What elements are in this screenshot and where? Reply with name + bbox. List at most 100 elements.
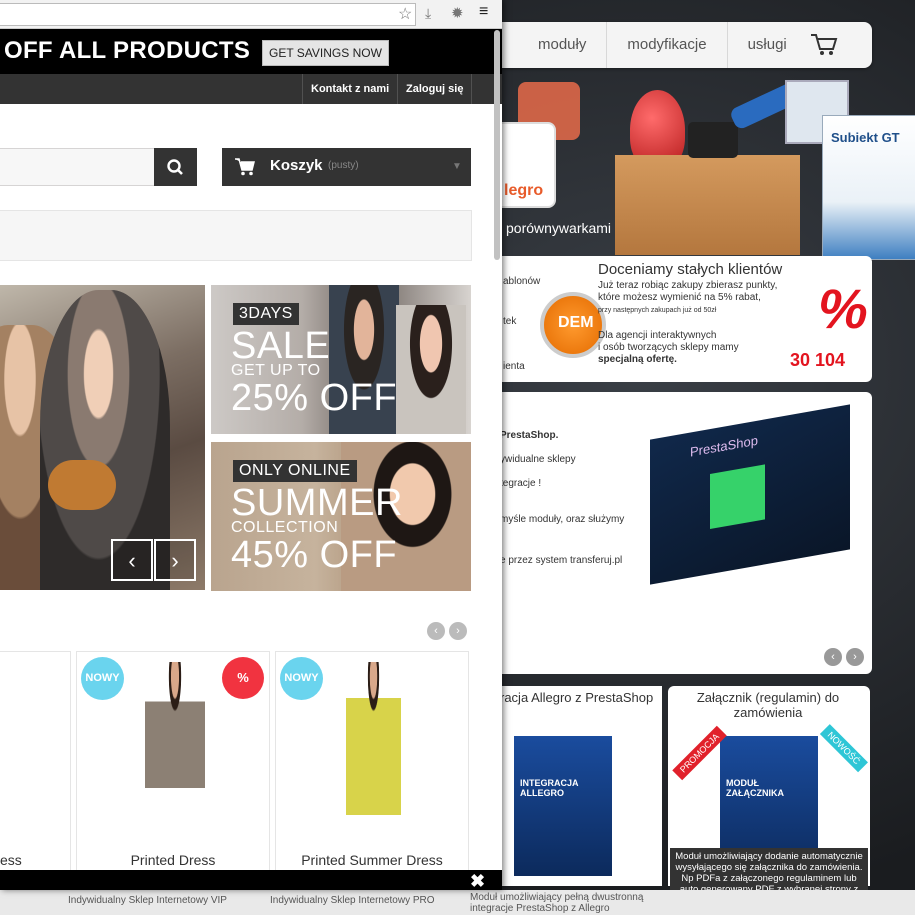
cart-icon[interactable] <box>809 32 839 58</box>
login-link[interactable]: Zaloguj się <box>397 74 471 104</box>
promo-line: i osób tworzących sklepy mamy <box>598 342 739 353</box>
sale-banner[interactable]: 3DAYS SALE GET UP TO 25% OFF <box>211 285 471 434</box>
allegro-tile: legro <box>500 122 556 208</box>
product-card[interactable]: NOWY Printed Summer Dress <box>275 651 469 873</box>
prestashop-box-label: PrestaShop <box>690 432 758 460</box>
hero-caption: porównywarkami <box>506 220 612 236</box>
promo-banner: OFF ALL PRODUCTS GET SAVINGS NOW <box>0 29 502 74</box>
address-bar[interactable] <box>0 3 416 26</box>
search-input[interactable] <box>0 148 155 186</box>
glove <box>48 460 116 510</box>
new-badge: NOWY <box>81 657 124 700</box>
subiekt-box: Subiekt GT <box>822 115 915 260</box>
menu-icon[interactable]: ≡ <box>479 3 488 21</box>
main-line: ywidualne sklepy <box>500 454 576 465</box>
main-line: e przez system transferuj.pl <box>500 555 623 566</box>
next-arrow-button[interactable]: › <box>846 648 864 666</box>
nav-item-uslugi[interactable]: usługi <box>728 22 807 68</box>
top-menu[interactable] <box>0 210 472 261</box>
banner-headline: SALE <box>231 325 331 367</box>
camera-icon <box>688 122 738 158</box>
promo-line: które możesz wymienić na 5% rabat, <box>598 292 761 303</box>
cardboard-box <box>615 155 800 255</box>
cart-icon <box>235 158 255 176</box>
scrollbar[interactable] <box>494 30 500 260</box>
main-line: myśle moduły, oraz służymy <box>500 514 625 525</box>
nav-item-modyfikacje[interactable]: modyfikacje <box>607 22 728 68</box>
promo-line: przy następnych zakupach już od 50zł <box>598 307 717 314</box>
bg-product-card[interactable]: Załącznik (regulamin) do zamówienia MODU… <box>668 686 870 908</box>
download-icon[interactable]: ⤓ <box>425 5 431 22</box>
background-footer: Indywidualny Sklep Internetowy VIP Indyw… <box>0 890 915 915</box>
extension-gear-icon[interactable]: ✹ <box>451 4 464 22</box>
bottom-bar <box>0 870 502 890</box>
promo-panel: ablonów tek ienta DEM Doceniamy stałych … <box>500 256 872 382</box>
allegro-brand-text: legro <box>504 182 544 199</box>
allegro-box-label: INTEGRACJA ALLEGRO <box>520 778 579 798</box>
slider-next-button[interactable]: › <box>154 539 196 581</box>
background-hero: legro Subiekt GT porównywarkami <box>500 70 915 260</box>
product-name[interactable]: Printed Summer Dress <box>276 852 468 868</box>
promo-title: Doceniamy stałych klientów <box>598 261 783 278</box>
banner-tag: 3DAYS <box>233 303 299 325</box>
promo-line: Dla agencji interaktywnych <box>598 330 717 341</box>
header-nav: Kontakt z nami Zaloguj się <box>0 74 502 104</box>
summer-banner[interactable]: ONLY ONLINE SUMMER COLLECTION 45% OFF <box>211 442 471 591</box>
footer-link[interactable]: Moduł umożliwiający pełną dwustronną int… <box>470 892 670 914</box>
footer-link[interactable]: Indywidualny Sklep Internetowy VIP <box>68 895 227 906</box>
cart-status: (pusty) <box>328 160 359 171</box>
banner-text: OFF ALL PRODUCTS <box>4 37 251 64</box>
promo-side-item[interactable]: ienta <box>503 361 525 372</box>
search-icon <box>167 159 183 175</box>
demo-text: DEM <box>558 314 594 331</box>
cart-label: Koszyk <box>270 157 323 174</box>
star-icon[interactable]: ☆ <box>398 4 412 24</box>
product-card[interactable]: NOWY % Printed Dress <box>76 651 270 873</box>
main-content-panel: PrestaShop. ywidualne sklepy tegracje ! … <box>500 392 872 674</box>
sale-badge: % <box>222 657 264 699</box>
browser-toolbar: ☆ ⤓ ✹ ≡ <box>0 0 502 29</box>
product-image <box>346 662 401 842</box>
browser-window: ☆ ⤓ ✹ ≡ OFF ALL PRODUCTS GET SAVINGS NOW… <box>0 0 502 890</box>
banner-discount: 45% OFF <box>231 534 398 576</box>
get-savings-button[interactable]: GET SAVINGS NOW <box>262 40 389 66</box>
products-prev-button[interactable]: ‹ <box>427 622 445 640</box>
main-line: PrestaShop. <box>500 430 559 441</box>
slider-prev-button[interactable]: ‹ <box>111 539 153 581</box>
bg-product-title[interactable]: Załącznik (regulamin) do zamówienia <box>678 690 858 720</box>
topbar-divider <box>471 74 473 104</box>
background-nav: moduły modyfikacje usługi <box>500 22 872 68</box>
promo-side-item[interactable]: tek <box>503 316 516 327</box>
product-card[interactable]: ess <box>0 651 71 873</box>
subiekt-box-label: Subiekt GT <box>831 130 900 145</box>
product-name[interactable]: Printed Dress <box>77 852 269 868</box>
prev-arrow-button[interactable]: ‹ <box>824 648 842 666</box>
bg-product-title[interactable]: racja Allegro z PrestaShop <box>500 690 653 705</box>
products-next-button[interactable]: › <box>449 622 467 640</box>
prestashop-box: PrestaShop <box>650 404 850 585</box>
close-icon[interactable]: ✖ <box>470 871 485 890</box>
banner-headline: SUMMER <box>231 482 403 524</box>
search-button[interactable] <box>154 148 197 186</box>
new-badge: NOWY <box>280 657 323 700</box>
bg-product-card[interactable]: racja Allegro z PrestaShop INTEGRACJA AL… <box>500 686 662 886</box>
footer-link[interactable]: Indywidualny Sklep Internetowy PRO <box>270 895 435 906</box>
percent-numbers: 30 104 <box>790 350 846 370</box>
banner-discount: 25% OFF <box>231 377 398 419</box>
contact-link[interactable]: Kontakt z nami <box>302 74 397 104</box>
percent-graphic: % <box>818 277 868 340</box>
nav-item-moduly[interactable]: moduły <box>500 22 608 68</box>
demo-badge: DEM <box>540 292 606 358</box>
promotion-ribbon: PROMOCJA <box>672 725 727 781</box>
promo-side-item[interactable]: ablonów <box>503 276 540 287</box>
chevron-down-icon: ▼ <box>452 161 462 172</box>
product-name[interactable]: ess <box>0 852 70 868</box>
product-image <box>145 662 205 842</box>
attachment-box-label: MODUŁ ZAŁĄCZNIKA <box>726 778 784 798</box>
promo-line: specjalną ofertę. <box>598 354 677 365</box>
promo-line: Już teraz robiąc zakupy zbierasz punkty, <box>598 280 778 291</box>
cart-block[interactable]: Koszyk (pusty) ▼ <box>222 148 471 186</box>
allegro-product-box: INTEGRACJA ALLEGRO <box>514 736 612 876</box>
new-ribbon: NOWOŚĆ <box>819 724 868 772</box>
main-line: tegracje ! <box>500 478 542 489</box>
